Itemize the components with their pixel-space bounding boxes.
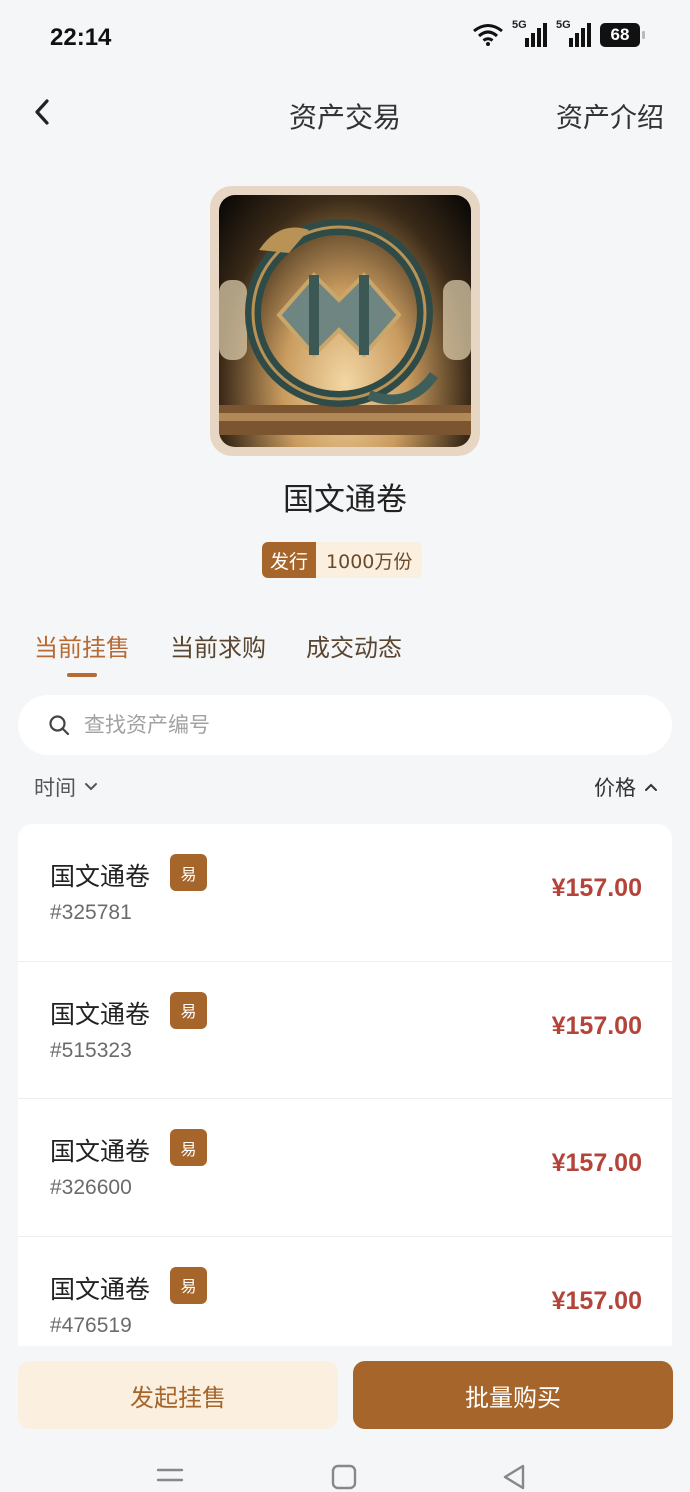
back-triangle-icon[interactable] — [500, 1462, 530, 1492]
status-icons: 5G 5G 68 — [472, 19, 645, 48]
tab-trade-activity[interactable]: 成交动态 — [306, 628, 402, 677]
listing-name: 国文通卷 — [50, 1137, 151, 1166]
listing-item[interactable]: 国文通卷 易 #326600 ¥157.00 — [18, 1099, 672, 1237]
listing-price: ¥157.00 — [551, 1149, 642, 1177]
tab-current-listings[interactable]: 当前挂售 — [34, 628, 130, 677]
chevron-down-icon — [85, 783, 97, 791]
bulk-buy-button[interactable]: 批量购买 — [353, 1361, 673, 1429]
sort-by-time[interactable]: 时间 — [34, 772, 98, 802]
cell-signal-icon-2: 5G — [556, 19, 592, 48]
sort-time-label: 时间 — [34, 776, 76, 800]
search-input[interactable] — [84, 713, 604, 737]
issue-label: 发行 — [262, 542, 317, 578]
listing-name: 国文通卷 — [50, 862, 151, 891]
listing-item[interactable]: 国文通卷 易 #515323 ¥157.00 — [18, 962, 672, 1099]
bottom-action-bar: 发起挂售 批量购买 — [0, 1346, 690, 1492]
listing-id: #476519 — [50, 1313, 132, 1337]
asset-image — [219, 195, 471, 447]
listing-price: ¥157.00 — [551, 1011, 642, 1040]
search-box[interactable] — [18, 695, 672, 755]
wifi-icon — [473, 24, 503, 46]
start-sale-button[interactable]: 发起挂售 — [18, 1361, 338, 1429]
chevron-up-icon — [645, 783, 657, 791]
listing-price: ¥157.00 — [551, 874, 642, 902]
listing-id: #326600 — [50, 1176, 132, 1199]
listing-item[interactable]: 国文通卷 易 #325781 ¥157.00 — [18, 824, 672, 962]
cell-signal-icon: 5G — [512, 19, 548, 48]
issue-amount: 1000万份 — [316, 542, 423, 578]
tradable-badge: 易 — [170, 1129, 207, 1166]
menu-icon[interactable] — [155, 1462, 185, 1492]
asset-image-frame — [210, 186, 480, 456]
listing-name: 国文通卷 — [50, 999, 151, 1029]
search-icon — [49, 715, 70, 736]
listing-price: ¥157.00 — [551, 1286, 642, 1315]
tradable-badge: 易 — [170, 854, 207, 891]
status-bar: 22:14 5G 5G 68 — [0, 0, 690, 78]
listing-list: 国文通卷 易 #325781 ¥157.00 国文通卷 易 #515323 ¥1… — [18, 824, 672, 1374]
battery-icon: 68 — [600, 23, 645, 47]
sort-by-price[interactable]: 价格 — [594, 772, 658, 802]
tab-current-bids[interactable]: 当前求购 — [170, 628, 266, 677]
asset-intro-link[interactable]: 资产介绍 — [556, 96, 664, 135]
nav-bar: 资产交易 资产介绍 — [0, 78, 690, 148]
system-nav-bar — [0, 1462, 690, 1492]
sort-price-label: 价格 — [594, 776, 636, 800]
tab-bar: 当前挂售 当前求购 成交动态 — [34, 628, 402, 677]
home-icon[interactable] — [329, 1462, 359, 1492]
listing-id: #515323 — [50, 1038, 132, 1062]
sort-row: 时间 价格 — [34, 772, 658, 802]
issue-tag: 发行 1000万份 — [262, 542, 423, 578]
listing-name: 国文通卷 — [50, 1274, 151, 1304]
asset-name: 国文通卷 — [283, 482, 407, 518]
status-time: 22:14 — [50, 24, 112, 51]
tradable-badge: 易 — [170, 991, 207, 1029]
listing-id: #325781 — [50, 901, 132, 924]
tradable-badge: 易 — [170, 1266, 207, 1304]
